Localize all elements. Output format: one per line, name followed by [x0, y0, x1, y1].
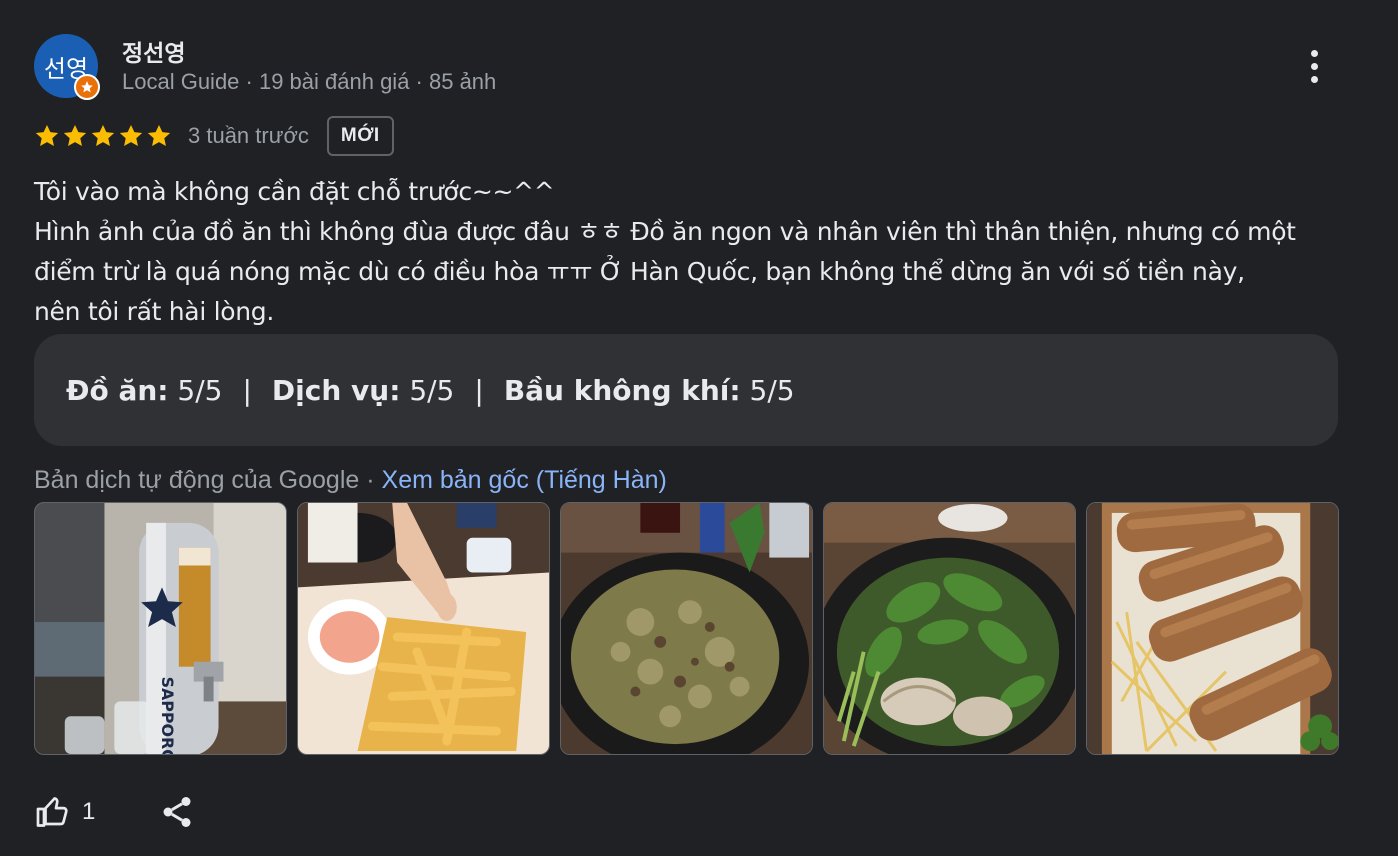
like-button[interactable]: 1 — [34, 794, 95, 830]
star-icon — [91, 124, 115, 146]
stir-fried-noodles-photo[interactable] — [560, 502, 813, 755]
review-time: 3 tuần trước — [188, 123, 309, 148]
star-icon — [119, 124, 143, 146]
star-rating — [34, 123, 172, 149]
separator: | — [242, 373, 252, 407]
reviewer-avatar[interactable]: 선영 — [34, 34, 100, 100]
separator: | — [474, 373, 484, 407]
review-line: điểm trừ là quá nóng mặc dù có điều hòa … — [34, 257, 1245, 286]
star-icon — [63, 124, 87, 146]
like-count: 1 — [82, 798, 96, 825]
more-options-icon[interactable] — [1296, 46, 1332, 86]
review-photos: SAPPORO — [34, 502, 1339, 755]
french-fries-photo[interactable] — [297, 502, 550, 755]
translation-label: Bản dịch tự động của Google · — [34, 466, 382, 494]
review-text: Tôi vào mà không cần đặt chỗ trước~~^^ H… — [34, 172, 1344, 332]
reviewer-meta: Local Guide · 19 bài đánh giá · 85 ảnh — [122, 69, 497, 94]
share-button[interactable] — [159, 794, 195, 830]
atmosphere-rating-label: Bầu không khí: — [503, 373, 741, 407]
review-actions: 1 — [34, 790, 195, 834]
atmosphere-rating-value: 5/5 — [749, 373, 795, 407]
service-rating-label: Dịch vụ: — [271, 373, 401, 407]
sapporo-beer-tower-photo[interactable]: SAPPORO — [34, 502, 287, 755]
sub-ratings-box: Đồ ăn: 5/5 | Dịch vụ: 5/5 | Bầu không kh… — [34, 334, 1338, 446]
review-line: nên tôi rất hài lòng. — [34, 297, 275, 326]
review-line: Hình ảnh của đồ ăn thì không đùa được đâ… — [34, 217, 1296, 246]
share-icon — [163, 797, 191, 827]
svg-text:SAPPORO: SAPPORO — [158, 677, 177, 754]
clams-herbs-photo[interactable] — [823, 502, 1076, 755]
see-original-link[interactable]: Xem bản gốc (Tiếng Hàn) — [382, 466, 667, 494]
spring-rolls-photo[interactable] — [1086, 502, 1339, 755]
new-badge: MỚI — [326, 116, 394, 156]
star-icon — [147, 124, 171, 146]
local-guide-star-icon — [74, 74, 100, 100]
translation-note: Bản dịch tự động của Google · Xem bản gố… — [34, 466, 667, 495]
food-rating-value: 5/5 — [177, 373, 223, 407]
thumbs-up-icon — [36, 797, 68, 827]
star-icon — [35, 124, 59, 146]
rating-row: 3 tuần trước MỚI — [34, 114, 394, 158]
service-rating-value: 5/5 — [409, 373, 455, 407]
review-line: Tôi vào mà không cần đặt chỗ trước~~^^ — [34, 177, 555, 206]
food-rating-label: Đồ ăn: — [66, 373, 169, 407]
reviewer-name[interactable]: 정선영 — [122, 34, 185, 68]
